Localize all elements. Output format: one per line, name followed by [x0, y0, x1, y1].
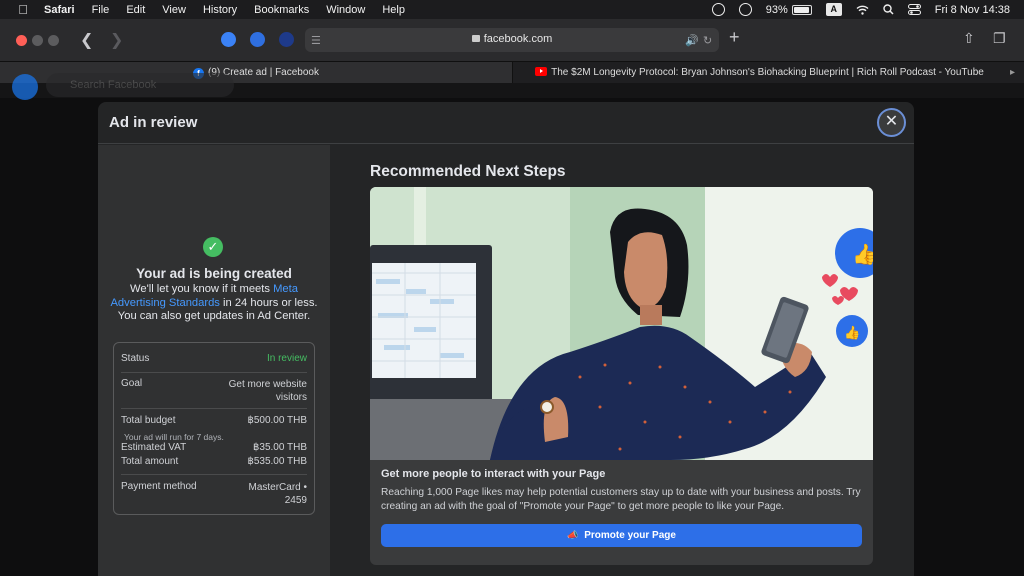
close-icon: ✕	[884, 113, 899, 130]
tab-list-icon[interactable]: ▸	[1010, 62, 1015, 84]
forward-icon[interactable]: ❯	[110, 30, 123, 50]
status-heading: Your ad is being created	[136, 266, 292, 281]
menu-edit[interactable]: Edit	[126, 4, 145, 16]
svg-text:👍: 👍	[844, 325, 860, 341]
reload-icon[interactable]: ↻	[703, 34, 712, 47]
menu-file[interactable]: File	[92, 4, 110, 16]
goal-value: Get more website visitors	[228, 379, 307, 403]
promote-button-label: Promote your Page	[584, 530, 676, 541]
menu-history[interactable]: History	[203, 4, 237, 16]
vat-value: ฿35.00 THB	[253, 442, 307, 453]
close-window-button[interactable]	[16, 35, 27, 46]
status-description: We'll let you know if it meets Meta Adve…	[110, 283, 318, 324]
payment-value: MasterCard • 2459	[248, 482, 307, 506]
tab-overview-icon[interactable]: ❐	[993, 30, 1006, 47]
divider	[121, 372, 307, 373]
wordpress-icon[interactable]	[711, 3, 725, 16]
megaphone-icon: 📣	[567, 530, 579, 540]
facebook-logo-icon[interactable]	[12, 74, 38, 100]
tab-youtube[interactable]: The $2M Longevity Protocol: Bryan Johnso…	[512, 62, 1006, 84]
check-circle-icon: ✓	[203, 237, 223, 257]
budget-label: Total budget	[121, 415, 176, 426]
next-steps-pane: Recommended Next Steps 👍 👍 Get more peop…	[330, 145, 914, 576]
apple-icon[interactable]: 	[16, 2, 30, 17]
menu-bar:  Safari File Edit View History Bookmark…	[0, 0, 1024, 19]
total-label: Total amount	[121, 456, 179, 467]
menu-app-name[interactable]: Safari	[44, 4, 75, 16]
address-bar[interactable]: ☰ facebook.com 🔊 ↻	[305, 28, 719, 52]
desc-text: We'll let you know if it meets	[130, 283, 274, 295]
extension-compass-icon[interactable]	[221, 32, 236, 47]
dialog-header: Ad in review ✕	[98, 102, 914, 144]
zoom-window-button[interactable]	[48, 35, 59, 46]
divider	[121, 408, 307, 409]
menu-bookmarks[interactable]: Bookmarks	[254, 4, 309, 16]
battery-percent: 93%	[765, 3, 788, 16]
divider	[121, 474, 307, 475]
new-tab-plus-icon[interactable]: +	[729, 27, 740, 48]
status-label: Status	[121, 353, 150, 364]
menu-help[interactable]: Help	[382, 4, 405, 16]
card-title: Get more people to interact with your Pa…	[381, 468, 606, 480]
minimize-window-button[interactable]	[32, 35, 43, 46]
ad-in-review-dialog: Ad in review ✕ ✓ Your ad is being create…	[98, 102, 914, 576]
budget-duration-note: Your ad will run for 7 days.	[124, 432, 224, 442]
back-icon[interactable]: ❮	[80, 30, 93, 50]
woman-with-phone-illustration: 👍 👍	[370, 187, 873, 460]
facebook-search-input[interactable]: Search Facebook	[46, 73, 234, 97]
sync-icon[interactable]	[738, 3, 752, 16]
input-source-indicator[interactable]: A	[825, 3, 842, 16]
status-value: In review	[266, 353, 307, 364]
tab-title: The $2M Longevity Protocol: Bryan Johnso…	[551, 67, 984, 78]
wifi-icon[interactable]	[856, 5, 869, 15]
next-steps-title: Recommended Next Steps	[370, 163, 566, 180]
vat-label: Estimated VAT	[121, 442, 187, 453]
menu-window[interactable]: Window	[326, 4, 365, 16]
payment-label: Payment method	[121, 481, 197, 492]
goal-label: Goal	[121, 378, 143, 389]
next-step-card: 👍 👍 Get more people to interact with you…	[370, 187, 873, 565]
battery-icon[interactable]	[791, 4, 812, 15]
share-icon[interactable]: ⇧	[963, 30, 975, 47]
audio-playing-icon[interactable]: 🔊	[685, 34, 699, 47]
card-description: Reaching 1,000 Page likes may help poten…	[381, 487, 861, 512]
browser-toolbar: ❮ ❯ ☰ facebook.com 🔊 ↻ + ⇧ ❐	[0, 19, 1024, 61]
lock-icon	[471, 35, 480, 42]
url-text[interactable]: facebook.com	[484, 33, 552, 45]
youtube-favicon-icon	[535, 67, 548, 76]
budget-value: ฿500.00 THB	[247, 415, 307, 426]
facebook-nav: Search Facebook	[0, 73, 1024, 100]
svg-text:👍: 👍	[852, 242, 873, 266]
ad-summary-box: Status In review Goal Get more website vis…	[113, 342, 315, 515]
extension-shield-icon[interactable]	[250, 32, 265, 47]
menu-view[interactable]: View	[162, 4, 186, 16]
spotlight-search-icon[interactable]	[883, 4, 894, 15]
ad-status-pane: ✓ Your ad is being created We'll let you…	[98, 145, 330, 576]
close-dialog-button[interactable]: ✕	[877, 108, 906, 137]
control-center-icon[interactable]	[907, 4, 921, 15]
dialog-title: Ad in review	[109, 114, 198, 131]
clock[interactable]: Fri 8 Nov 14:38	[935, 4, 1010, 16]
total-value: ฿535.00 THB	[247, 456, 307, 467]
promote-page-button[interactable]: 📣 Promote your Page	[381, 524, 862, 547]
extension-moon-icon[interactable]	[279, 32, 294, 47]
